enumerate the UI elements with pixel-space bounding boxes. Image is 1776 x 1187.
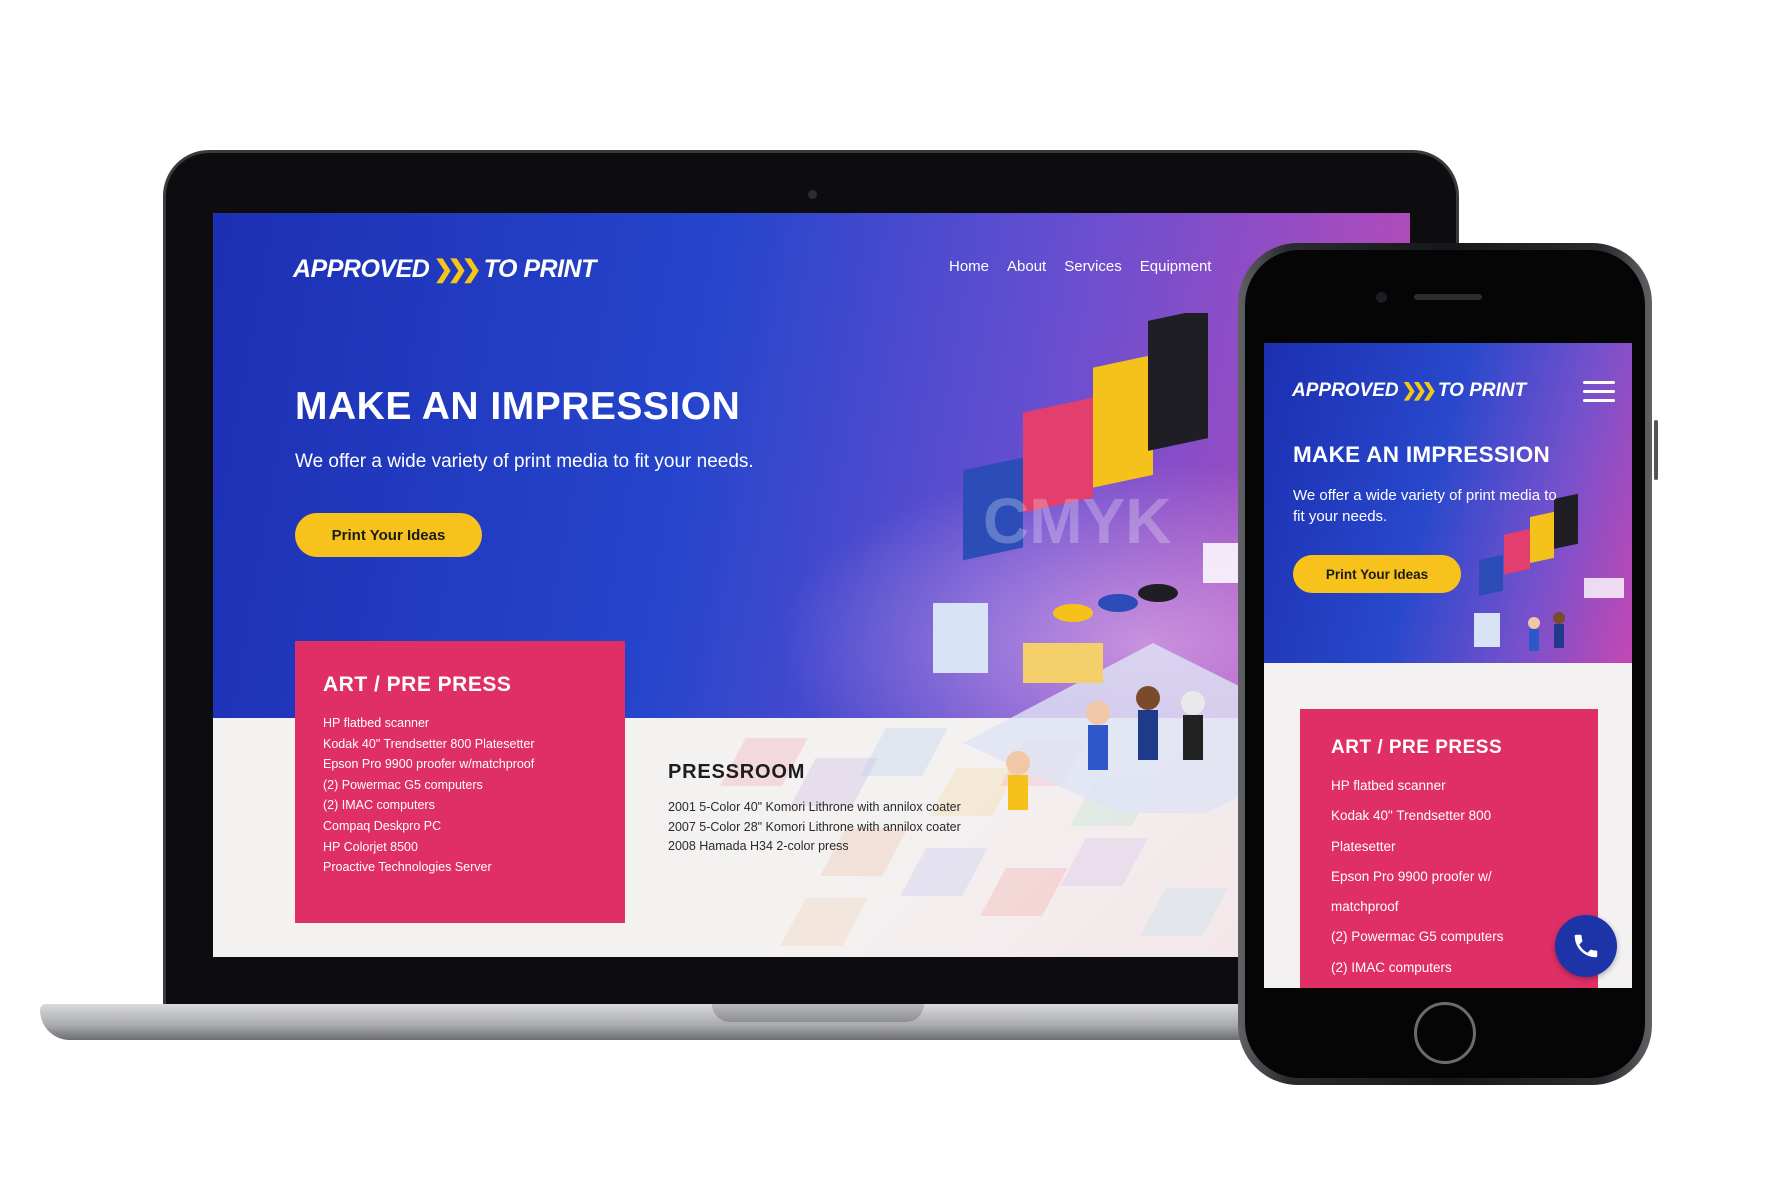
print-your-ideas-button[interactable]: Print Your Ideas — [295, 513, 482, 557]
list-item: Epson Pro 9900 proofer w/matchproof — [323, 757, 535, 772]
list-item: 2007 5-Color 28" Komori Lithrone with an… — [668, 819, 961, 834]
list-item: Kodak 40" Trendsetter 800 — [1331, 808, 1492, 824]
nav-services[interactable]: Services — [1064, 258, 1122, 275]
nav-home[interactable]: Home — [949, 258, 989, 275]
mobile-hero: APPROVED ❯❯❯ TO PRINT MAKE AN IMPRESSION W… — [1264, 343, 1632, 663]
logo-text-left: APPROVED — [293, 255, 430, 283]
hamburger-icon[interactable] — [1583, 381, 1615, 405]
mobile-print-your-ideas-button[interactable]: Print Your Ideas — [1293, 555, 1461, 593]
list-item: 2008 Hamada H34 2-color press — [668, 839, 849, 853]
hero-title: MAKE AN IMPRESSION — [295, 385, 741, 428]
logo-text-right: TO PRINT — [1437, 380, 1527, 401]
phone-speaker — [1414, 294, 1482, 300]
site-logo[interactable]: APPROVED ❯❯❯ TO PRINT — [293, 255, 596, 284]
art-prepress-card: ART / PRE PRESS HP flatbed scanner Kodak… — [295, 641, 625, 923]
cmyk-letters: CMYK — [983, 485, 1171, 557]
list-item: (2) Powermac G5 computers — [1331, 929, 1504, 945]
mobile-site-logo[interactable]: APPROVED ❯❯❯ TO PRINT — [1292, 380, 1526, 402]
list-item: Compaq Deskpro PC — [323, 818, 442, 833]
hero-subtitle: We offer a wide variety of print media t… — [295, 451, 754, 472]
phone-call-button[interactable] — [1555, 915, 1617, 977]
phone-home-button[interactable] — [1414, 1002, 1476, 1064]
mobile-hero-subtitle: We offer a wide variety of print media t… — [1293, 487, 1557, 525]
list-item: HP flatbed scanner — [1331, 778, 1446, 793]
list-item: Epson Pro 9900 proofer w/ — [1331, 868, 1492, 884]
nav-equipment[interactable]: Equipment — [1140, 258, 1212, 275]
mobile-art-prepress-heading: ART / PRE PRESS — [1331, 737, 1503, 758]
logo-chevrons: ❯❯❯ — [1401, 380, 1437, 400]
nav-about[interactable]: About — [1007, 258, 1046, 275]
list-item: (2) IMAC computers — [1331, 959, 1452, 975]
laptop-camera — [808, 190, 817, 199]
list-item: Kodak 40" Trendsetter 800 Platesetter — [323, 736, 535, 751]
list-item: 2001 5-Color 40" Komori Lithrone with an… — [668, 800, 961, 814]
list-item: HP Colorjet 8500 — [323, 839, 418, 854]
mobile-screen: APPROVED ❯❯❯ TO PRINT MAKE AN IMPRESSION W… — [1264, 343, 1632, 988]
logo-text-right: TO PRINT — [483, 255, 597, 283]
logo-chevrons: ❯❯❯ — [433, 256, 481, 283]
main-nav: Home About Services Equipment — [949, 258, 1211, 275]
mobile-hero-title: MAKE AN IMPRESSION — [1293, 442, 1551, 467]
list-item: HP flatbed scanner — [323, 716, 430, 730]
pressroom-section: PRESSROOM 2001 5-Color 40" Komori Lithro… — [668, 761, 961, 857]
pressroom-heading: PRESSROOM — [668, 761, 806, 783]
list-item: matchproof — [1331, 899, 1399, 915]
laptop-screen: APPROVED ❯❯❯ TO PRINT Home About Services … — [213, 213, 1410, 957]
art-prepress-heading: ART / PRE PRESS — [323, 673, 512, 696]
phone-icon — [1574, 934, 1598, 958]
mobile-art-prepress-card: ART / PRE PRESS HP flatbed scanner Kodak… — [1300, 709, 1598, 988]
phone-side-button — [1654, 420, 1658, 480]
laptop-notch — [712, 1004, 924, 1022]
phone-camera — [1376, 292, 1387, 303]
list-item: Platesetter — [1331, 838, 1396, 854]
list-item: (2) Powermac G5 computers — [323, 777, 483, 792]
list-item: Proactive Technologies Server — [323, 860, 492, 875]
list-item: (2) IMAC computers — [323, 798, 435, 813]
logo-text-left: APPROVED — [1292, 380, 1399, 401]
